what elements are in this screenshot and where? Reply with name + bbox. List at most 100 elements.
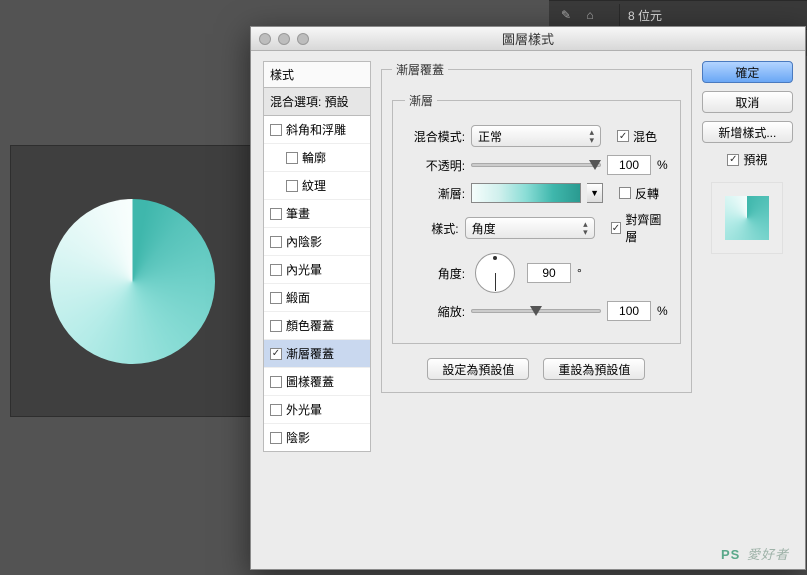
opacity-input[interactable] [607,155,651,175]
style-item-label: 筆畫 [286,205,310,222]
tool-icons: ✎ ⌂ [557,6,599,24]
angle-dial[interactable] [475,253,515,293]
checkbox-icon [270,376,282,388]
dialog-right-column: 確定 取消 新增樣式... 預視 [702,61,793,559]
style-item[interactable]: 紋理 [264,172,370,200]
new-style-button[interactable]: 新增樣式... [702,121,793,143]
opacity-slider[interactable] [471,156,601,174]
preview-checkbox[interactable]: 預視 [702,151,793,168]
blend-mode-select[interactable]: 正常 ▴▾ [471,125,601,147]
preview-thumbnail [711,182,783,254]
percent-2: % [657,304,668,318]
layer-style-dialog: 圖層樣式 樣式 混合選項: 預設 斜角和浮雕輪廓紋理筆畫內陰影內光暈緞面顏色覆蓋… [250,26,806,570]
percent-1: % [657,158,668,172]
angle-label: 角度: [405,265,465,282]
checkbox-icon [617,130,629,142]
watermark: PS 愛好者 [721,544,789,563]
dialog-title: 圖層樣式 [502,29,554,48]
checkbox-icon [270,236,282,248]
style-item-label: 紋理 [302,177,326,194]
styles-list: 斜角和浮雕輪廓紋理筆畫內陰影內光暈緞面顏色覆蓋漸層覆蓋圖樣覆蓋外光暈陰影 [263,116,371,452]
style-item-label: 緞面 [286,289,310,306]
style-item-label: 漸層覆蓋 [286,345,334,362]
checkbox-icon [270,348,282,360]
checkbox-icon [611,222,622,234]
gradient-label: 漸層: [405,185,465,202]
reverse-checkbox[interactable]: 反轉 [619,185,659,202]
style-item[interactable]: 漸層覆蓋 [264,340,370,368]
style-item-label: 外光暈 [286,401,322,418]
scale-input[interactable] [607,301,651,321]
watermark-text: 愛好者 [747,547,789,562]
style-item-label: 陰影 [286,429,310,446]
gradient-swatch[interactable] [471,183,581,203]
minimize-window[interactable] [278,33,290,45]
ok-button[interactable]: 確定 [702,61,793,83]
zoom-window[interactable] [297,33,309,45]
reverse-label: 反轉 [635,185,659,202]
dialog-titlebar: 圖層樣式 [251,27,805,51]
dither-checkbox[interactable]: 混色 [617,128,657,145]
blend-mode-label: 混合模式: [405,128,465,145]
scale-label: 縮放: [405,303,465,320]
checkbox-icon [727,154,739,166]
canvas [10,145,254,417]
style-item-label: 輪廓 [302,149,326,166]
style-item[interactable]: 外光暈 [264,396,370,424]
style-item[interactable]: 內光暈 [264,256,370,284]
style-item[interactable]: 斜角和浮雕 [264,116,370,144]
group-title: 漸層覆蓋 [392,61,448,78]
make-default-button[interactable]: 設定為預設值 [427,358,529,380]
style-value: 角度 [472,220,496,237]
sub-title: 漸層 [405,92,437,109]
gradient-dropdown[interactable]: ▼ [587,183,603,203]
select-arrows-icon: ▴▾ [590,128,595,144]
checkbox-icon [270,264,282,276]
cancel-button[interactable]: 取消 [702,91,793,113]
tool-icon-2[interactable]: ⌂ [581,6,599,24]
style-item[interactable]: 緞面 [264,284,370,312]
style-item[interactable]: 筆畫 [264,200,370,228]
style-item-label: 內陰影 [286,233,322,250]
style-item-label: 斜角和浮雕 [286,121,346,138]
tool-icon-1[interactable]: ✎ [557,6,575,24]
style-item[interactable]: 陰影 [264,424,370,451]
checkbox-icon [286,180,298,192]
dither-label: 混色 [633,128,657,145]
watermark-ps: PS [721,547,740,562]
checkbox-icon [270,208,282,220]
reset-default-button[interactable]: 重設為預設值 [543,358,645,380]
select-arrows-icon: ▴▾ [583,220,588,236]
styles-header[interactable]: 樣式 [263,61,371,88]
angle-input[interactable] [527,263,571,283]
style-item[interactable]: 圖樣覆蓋 [264,368,370,396]
divider [619,4,620,26]
degree-symbol: ° [577,266,582,280]
checkbox-icon [619,187,631,199]
style-select[interactable]: 角度 ▴▾ [465,217,595,239]
styles-column: 樣式 混合選項: 預設 斜角和浮雕輪廓紋理筆畫內陰影內光暈緞面顏色覆蓋漸層覆蓋圖… [263,61,371,559]
checkbox-icon [270,432,282,444]
settings-column: 漸層覆蓋 漸層 混合模式: 正常 ▴▾ 混色 [381,61,692,559]
gradient-overlay-group: 漸層覆蓋 漸層 混合模式: 正常 ▴▾ 混色 [381,61,692,393]
align-checkbox[interactable]: 對齊圖層 [611,211,668,245]
gradient-subgroup: 漸層 混合模式: 正常 ▴▾ 混色 不透明: [392,92,681,344]
preview-shape [725,196,769,240]
style-item[interactable]: 顏色覆蓋 [264,312,370,340]
window-controls [259,33,309,45]
style-item-label: 顏色覆蓋 [286,317,334,334]
checkbox-icon [270,124,282,136]
style-item[interactable]: 輪廓 [264,144,370,172]
style-item-label: 內光暈 [286,261,322,278]
style-item-label: 圖樣覆蓋 [286,373,334,390]
close-window[interactable] [259,33,271,45]
blend-options-default[interactable]: 混合選項: 預設 [263,88,371,116]
canvas-shape-preview [50,199,215,364]
preview-label: 預視 [743,151,767,168]
opacity-label: 不透明: [405,157,465,174]
checkbox-icon [270,404,282,416]
scale-slider[interactable] [471,302,601,320]
align-label: 對齊圖層 [625,211,667,245]
style-item[interactable]: 內陰影 [264,228,370,256]
style-label: 樣式: [405,220,459,237]
